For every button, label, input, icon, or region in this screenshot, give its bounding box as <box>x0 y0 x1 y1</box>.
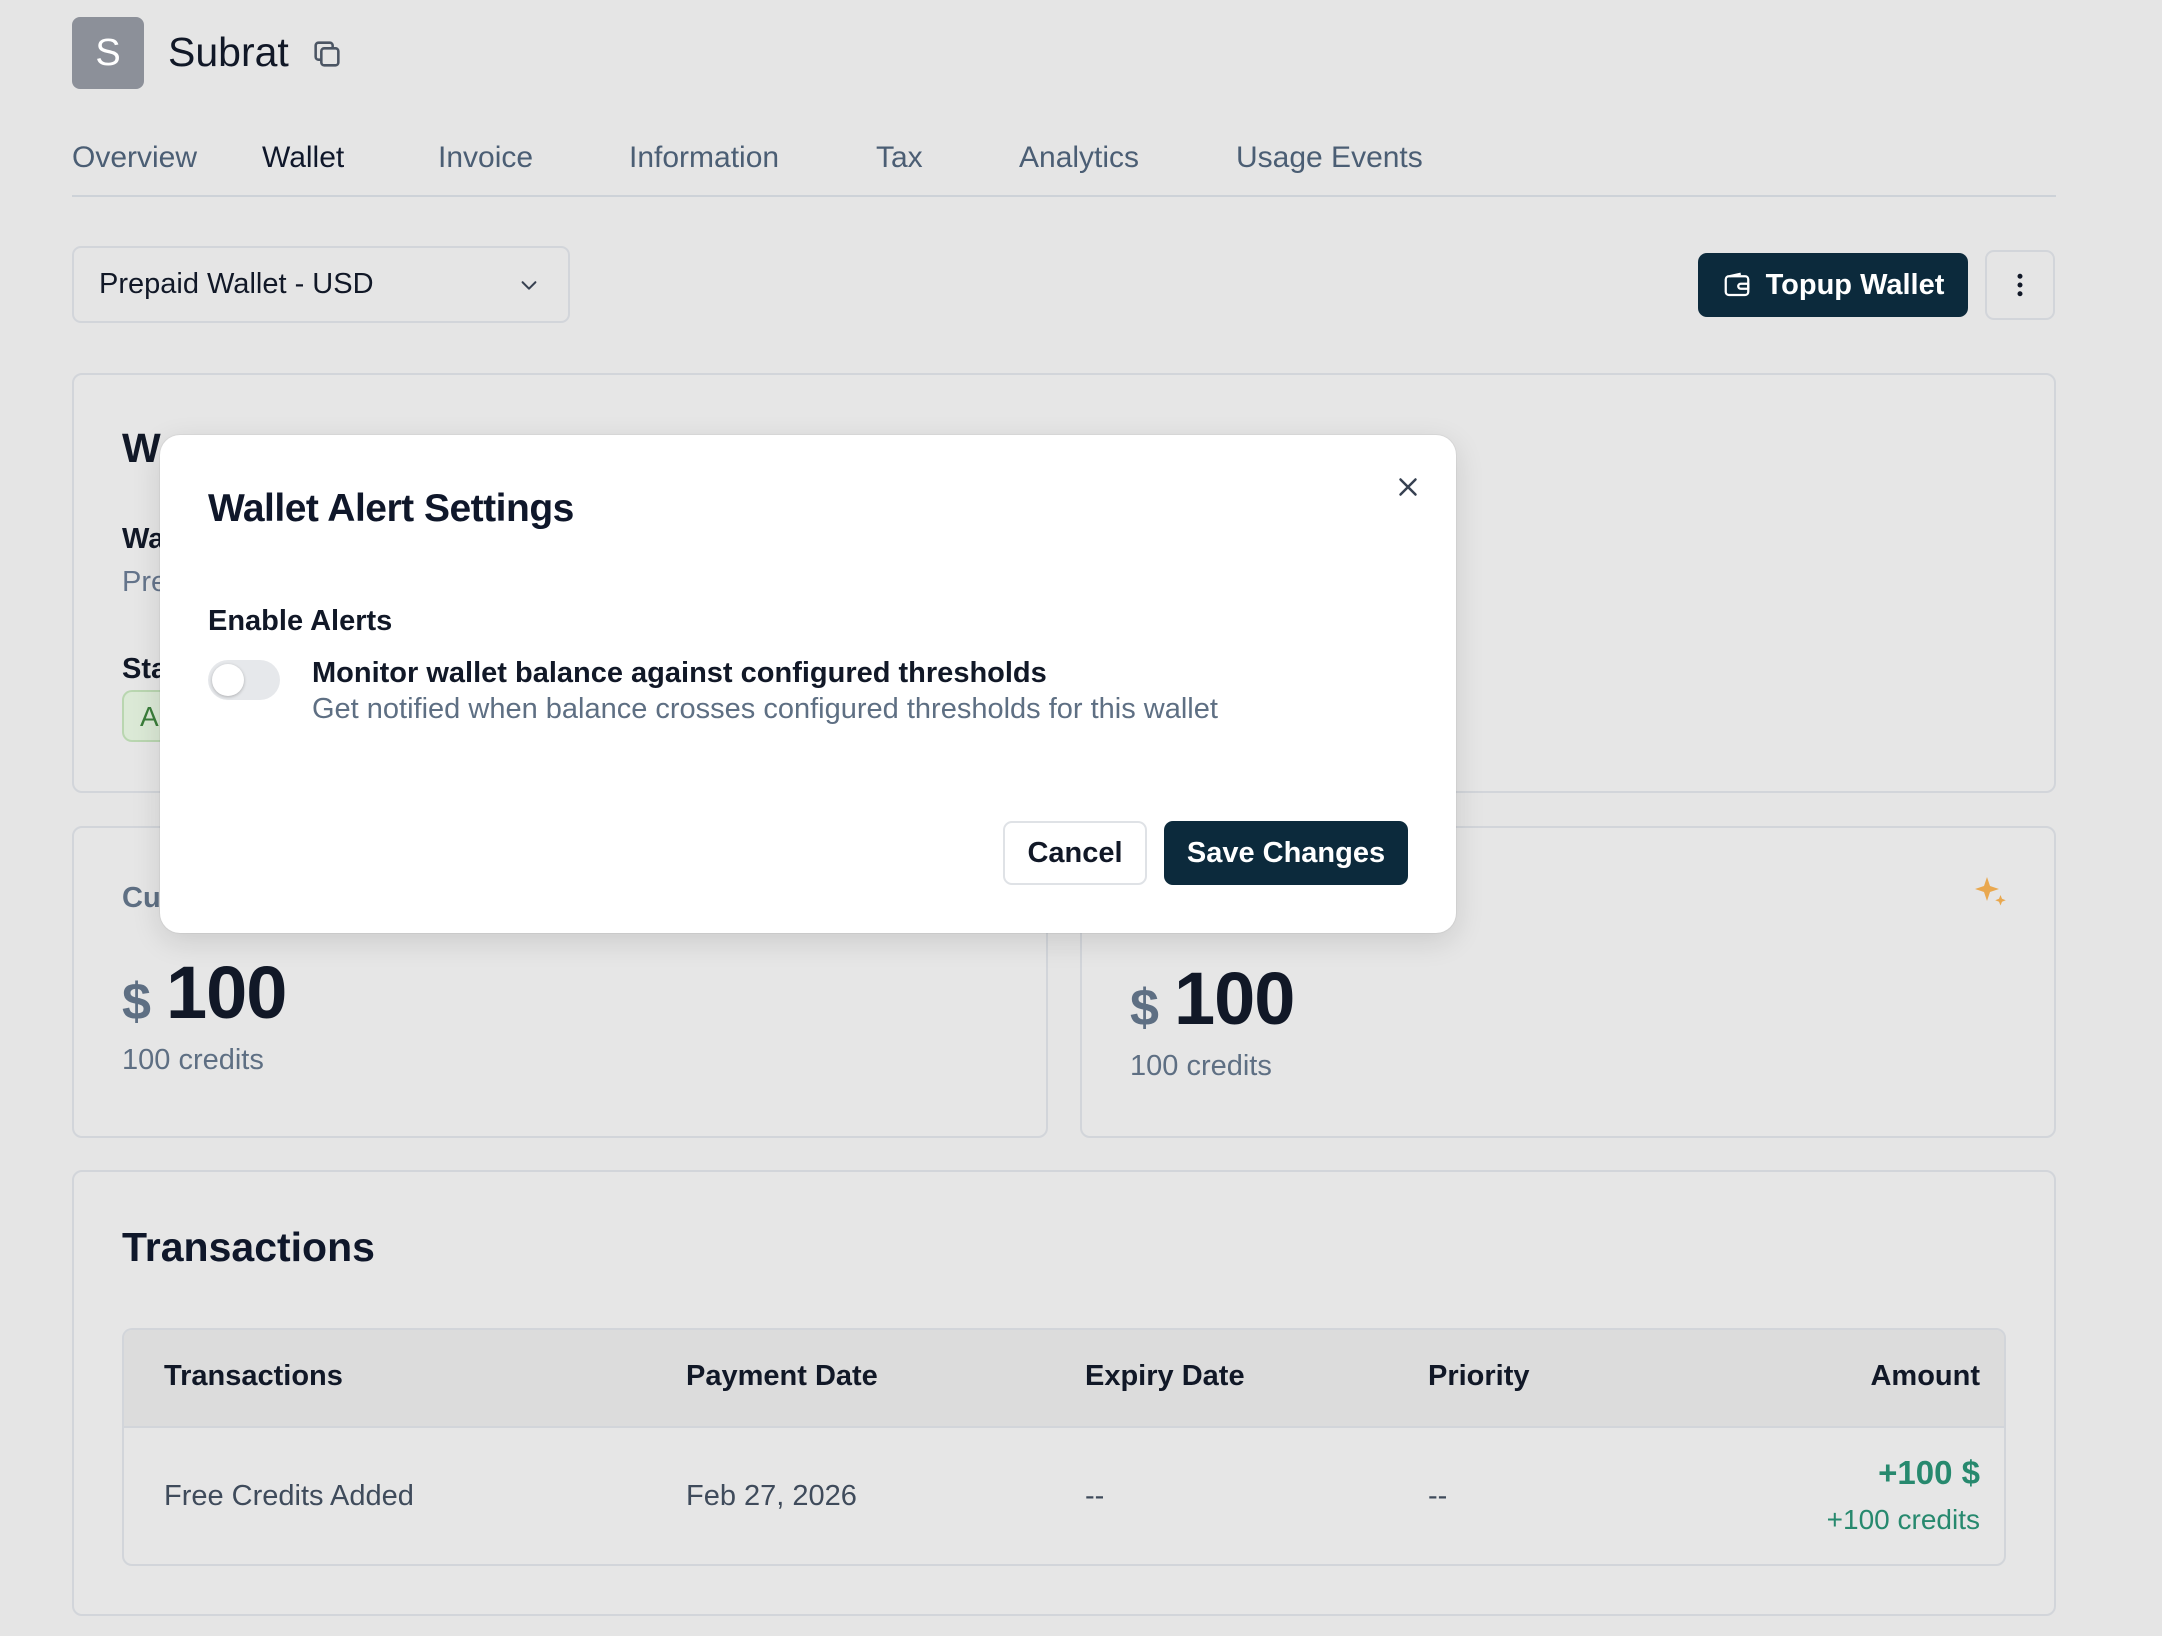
transaction-payment-date: Feb 27, 2026 <box>686 1480 857 1512</box>
save-changes-button[interactable]: Save Changes <box>1164 821 1408 885</box>
wallet-select[interactable]: Prepaid Wallet - USD <box>72 246 570 323</box>
table-header: Transactions Payment Date Expiry Date Pr… <box>124 1330 2004 1428</box>
tab-usage-events[interactable]: Usage Events <box>1236 138 1423 178</box>
toggle-knob <box>212 664 244 696</box>
transaction-credits: +100 credits <box>1826 1504 1980 1535</box>
tab-information[interactable]: Information <box>629 138 779 178</box>
tab-wallet[interactable]: Wallet <box>262 138 344 178</box>
sparkle-icon <box>1975 877 2006 906</box>
column-header-amount: Amount <box>1870 1360 1980 1392</box>
wallet-alert-settings-dialog: Wallet Alert Settings Enable Alerts Moni… <box>160 435 1456 933</box>
real-time-balance-credits: 100 credits <box>1130 1050 1272 1082</box>
column-header-priority: Priority <box>1428 1360 1530 1392</box>
transaction-expiry-date: -- <box>1085 1480 1105 1512</box>
more-options-button[interactable] <box>1985 250 2055 320</box>
topup-wallet-label: Topup Wallet <box>1765 268 1945 301</box>
tab-overview[interactable]: Overview <box>72 138 197 178</box>
toggle-title: Monitor wallet balance against configure… <box>312 657 1047 689</box>
transactions-table: Transactions Payment Date Expiry Date Pr… <box>122 1328 2006 1566</box>
tab-tax[interactable]: Tax <box>876 138 923 178</box>
wallet-select-value: Prepaid Wallet - USD <box>99 268 374 300</box>
close-icon <box>1399 478 1417 496</box>
real-time-balance-currency: $ <box>1130 979 1159 1037</box>
dialog-title: Wallet Alert Settings <box>208 487 574 530</box>
wallet-name-label: Wa <box>122 523 165 555</box>
topup-wallet-button[interactable]: Topup Wallet <box>1698 253 1968 317</box>
column-header-payment-date: Payment Date <box>686 1360 878 1392</box>
current-balance-credits: 100 credits <box>122 1044 264 1076</box>
enable-alerts-toggle[interactable] <box>208 660 280 700</box>
wallet-icon <box>1724 272 1749 297</box>
more-vertical-icon <box>2017 273 2023 297</box>
enable-alerts-label: Enable Alerts <box>208 605 393 637</box>
transaction-priority: -- <box>1428 1480 1448 1512</box>
chevron-down-icon <box>521 281 537 290</box>
tabs-divider <box>72 195 2056 197</box>
column-header-transactions: Transactions <box>164 1360 343 1392</box>
cancel-button[interactable]: Cancel <box>1003 821 1147 885</box>
transactions-title: Transactions <box>122 1224 375 1270</box>
current-balance-currency: $ <box>122 973 151 1031</box>
wallet-info-title: W <box>122 425 161 471</box>
current-balance-label: Cu <box>122 882 161 914</box>
transaction-name: Free Credits Added <box>164 1480 414 1512</box>
column-header-expiry-date: Expiry Date <box>1085 1360 1245 1392</box>
current-balance-amount: 100 <box>166 951 287 1034</box>
dialog-close-button[interactable] <box>1388 467 1428 507</box>
tab-analytics[interactable]: Analytics <box>1019 138 1139 178</box>
customer-name: Subrat <box>168 29 289 75</box>
tab-invoice[interactable]: Invoice <box>438 138 533 178</box>
real-time-balance-amount: 100 <box>1174 957 1295 1040</box>
transaction-amount: +100 $ <box>1878 1454 1980 1491</box>
avatar: S <box>72 17 144 89</box>
copy-icon[interactable] <box>310 37 344 71</box>
toggle-description: Get notified when balance crosses config… <box>312 693 1218 725</box>
